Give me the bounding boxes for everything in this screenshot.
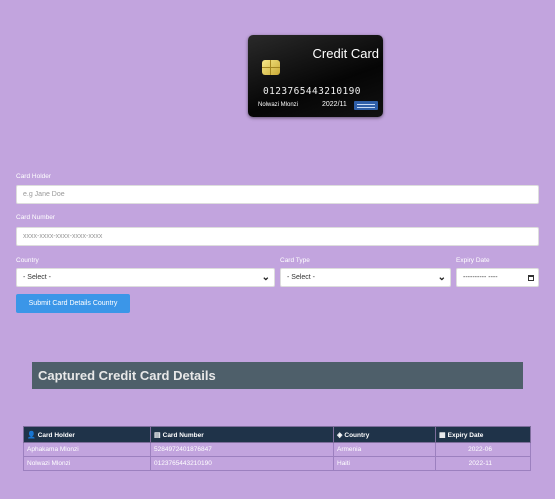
expiry-date-input[interactable]: ---------- ---- (456, 268, 539, 287)
card-type-select-value: - Select - (287, 274, 316, 281)
card-preview-holder: Nolwazi Mlonzi (258, 102, 299, 108)
credit-card-preview: Credit Card 0123765443210190 Nolwazi Mlo… (248, 35, 383, 117)
calendar-icon: ▦ (439, 431, 446, 439)
cell-card-holder: Aphakama Mlonzi (23, 442, 151, 457)
card-preview-number: 0123765443210190 (263, 86, 361, 97)
cell-country: Armenia (333, 442, 436, 457)
card-type-label: Card Type (280, 257, 310, 264)
card-title: Credit Card (312, 46, 379, 61)
calendar-icon[interactable] (528, 274, 534, 281)
cell-expiry-date: 2022-11 (435, 456, 531, 471)
column-header-country: ◈ Country (333, 426, 436, 443)
table-row: Nolwazi Mlonzi 0123765443210190 Haiti 20… (23, 456, 531, 471)
card-holder-input[interactable]: e.g Jane Doe (16, 185, 539, 204)
cell-country: Haiti (333, 456, 436, 471)
cell-card-number: 5284972401876847 (150, 442, 334, 457)
cell-expiry-date: 2022-06 (435, 442, 531, 457)
expiry-date-value: ---------- ---- (463, 274, 498, 281)
table-header-row: 👤 Card Holder ▤ Card Number ◈ Country ▦ Expi… (23, 426, 531, 443)
card-preview-expiry: 2022/11 (322, 101, 347, 108)
card-number-input[interactable]: xxxx-xxxx-xxxx-xxxx-xxxx (16, 227, 539, 246)
chevron-down-icon: ⌄ (437, 272, 446, 283)
user-icon: 👤 (27, 431, 36, 439)
chip-icon (262, 60, 280, 75)
submit-card-details-button[interactable]: Submit Card Details Country (16, 294, 130, 313)
cell-card-holder: Nolwazi Mlonzi (23, 456, 151, 471)
globe-icon: ◈ (337, 431, 343, 439)
card-brand-logo-icon (354, 101, 378, 110)
column-header-card-holder: 👤 Card Holder (23, 426, 151, 443)
column-header-card-number: ▤ Card Number (150, 426, 334, 443)
card-number-label: Card Number (16, 214, 56, 221)
cell-card-number: 0123765443210190 (150, 456, 334, 471)
expiry-date-label: Expiry Date (456, 257, 490, 264)
captured-details-heading: Captured Credit Card Details (32, 362, 523, 389)
column-header-expiry-date: ▦ Expiry Date (435, 426, 531, 443)
captured-details-table: 👤 Card Holder ▤ Card Number ◈ Country ▦ Expi… (23, 426, 531, 471)
card-holder-label: Card Holder (16, 173, 52, 180)
country-label: Country (16, 257, 39, 264)
chevron-down-icon: ⌄ (261, 272, 270, 283)
credit-card-icon: ▤ (154, 431, 161, 439)
card-type-select[interactable]: - Select - ⌄ (280, 268, 451, 287)
table-row: Aphakama Mlonzi 5284972401876847 Armenia… (23, 442, 531, 457)
country-select-value: - Select - (23, 274, 52, 281)
country-select[interactable]: - Select - ⌄ (16, 268, 275, 287)
